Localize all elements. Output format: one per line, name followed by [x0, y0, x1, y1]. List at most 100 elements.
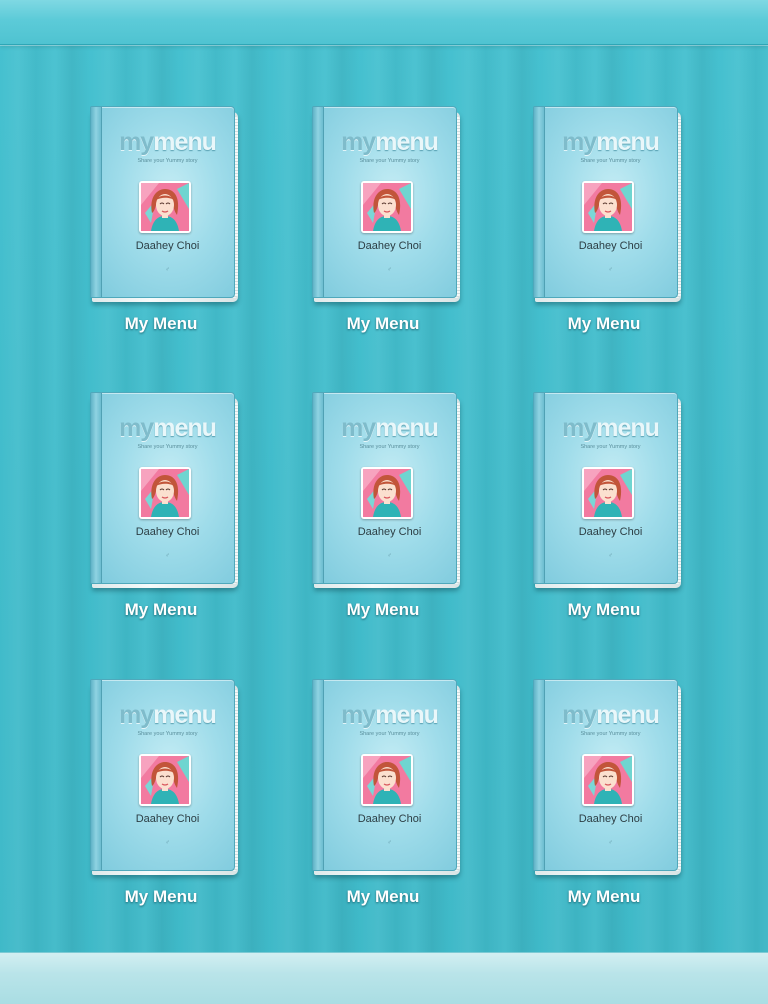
mymenu-logo: mymenu — [101, 129, 234, 155]
book-author: Daahey Choi — [578, 813, 643, 825]
cover-mark: ♂ — [387, 267, 392, 273]
book-item: mymenu Share your Yummy story Daahey Cho… — [66, 392, 256, 632]
book-author: Daahey Choi — [357, 240, 422, 252]
book-cover-button[interactable]: mymenu Share your Yummy story Daahey Cho… — [90, 679, 240, 875]
book-tagline: Share your Yummy story — [359, 444, 420, 450]
book-item: mymenu Share your Yummy story Daahey Cho… — [509, 392, 699, 632]
book-author: Daahey Choi — [357, 813, 422, 825]
book-title[interactable]: My Menu — [288, 887, 478, 907]
mymenu-logo: mymenu — [544, 129, 677, 155]
logo-my-text: my — [562, 128, 597, 156]
book-title[interactable]: My Menu — [66, 314, 256, 334]
book-tagline: Share your Yummy story — [580, 158, 641, 164]
book-title[interactable]: My Menu — [66, 600, 256, 620]
book-cover-button[interactable]: mymenu Share your Yummy story Daahey Cho… — [533, 392, 683, 588]
logo-menu-text: menu — [375, 701, 439, 729]
book-title[interactable]: My Menu — [288, 314, 478, 334]
mymenu-logo: mymenu — [101, 702, 234, 728]
book-item: mymenu Share your Yummy story Daahey Cho… — [509, 679, 699, 919]
book-item: mymenu Share your Yummy story Daahey Cho… — [288, 392, 478, 632]
book-tagline: Share your Yummy story — [137, 444, 198, 450]
book-cover-button[interactable]: mymenu Share your Yummy story Daahey Cho… — [533, 679, 683, 875]
logo-my-text: my — [562, 414, 597, 442]
book-cover-button[interactable]: mymenu Share your Yummy story Daahey Cho… — [533, 106, 683, 302]
user-avatar-icon — [361, 181, 413, 233]
cover-mark: ♂ — [608, 267, 613, 273]
logo-menu-text: menu — [375, 128, 439, 156]
book-cover: mymenu Share your Yummy story Daahey Cho… — [90, 106, 235, 298]
book-tagline: Share your Yummy story — [359, 158, 420, 164]
user-avatar-icon — [139, 467, 191, 519]
book-cover: mymenu Share your Yummy story Daahey Cho… — [533, 106, 678, 298]
logo-my-text: my — [562, 701, 597, 729]
book-tagline: Share your Yummy story — [137, 731, 198, 737]
logo-menu-text: menu — [153, 701, 217, 729]
app-screen: mymenu Share your Yummy story Daahey Cho… — [0, 0, 768, 1004]
logo-menu-text: menu — [596, 128, 660, 156]
book-tagline: Share your Yummy story — [580, 444, 641, 450]
mymenu-logo: mymenu — [544, 702, 677, 728]
book-cover: mymenu Share your Yummy story Daahey Cho… — [533, 679, 678, 871]
book-item: mymenu Share your Yummy story Daahey Cho… — [66, 679, 256, 919]
logo-menu-text: menu — [375, 414, 439, 442]
user-avatar-icon — [582, 467, 634, 519]
cover-mark: ♂ — [165, 840, 170, 846]
mymenu-logo: mymenu — [544, 415, 677, 441]
book-cover-button[interactable]: mymenu Share your Yummy story Daahey Cho… — [90, 106, 240, 302]
book-item: mymenu Share your Yummy story Daahey Cho… — [288, 679, 478, 919]
logo-menu-text: menu — [596, 701, 660, 729]
book-author: Daahey Choi — [578, 240, 643, 252]
book-cover: mymenu Share your Yummy story Daahey Cho… — [312, 679, 457, 871]
user-avatar-icon — [361, 467, 413, 519]
book-author: Daahey Choi — [578, 526, 643, 538]
user-avatar-icon — [582, 754, 634, 806]
book-cover: mymenu Share your Yummy story Daahey Cho… — [90, 679, 235, 871]
bottom-toolbar — [0, 952, 768, 1004]
book-item: mymenu Share your Yummy story Daahey Cho… — [509, 106, 699, 346]
cover-mark: ♂ — [387, 553, 392, 559]
logo-my-text: my — [119, 414, 154, 442]
mymenu-logo: mymenu — [323, 702, 456, 728]
user-avatar-icon — [361, 754, 413, 806]
logo-menu-text: menu — [596, 414, 660, 442]
logo-my-text: my — [341, 414, 376, 442]
logo-menu-text: menu — [153, 128, 217, 156]
cover-mark: ♂ — [387, 840, 392, 846]
logo-my-text: my — [341, 701, 376, 729]
book-cover-button[interactable]: mymenu Share your Yummy story Daahey Cho… — [312, 392, 462, 588]
user-avatar-icon — [582, 181, 634, 233]
bookshelf-grid: mymenu Share your Yummy story Daahey Cho… — [0, 0, 768, 952]
book-item: mymenu Share your Yummy story Daahey Cho… — [66, 106, 256, 346]
book-author: Daahey Choi — [135, 813, 200, 825]
book-author: Daahey Choi — [135, 526, 200, 538]
book-author: Daahey Choi — [357, 526, 422, 538]
mymenu-logo: mymenu — [101, 415, 234, 441]
book-cover-button[interactable]: mymenu Share your Yummy story Daahey Cho… — [312, 106, 462, 302]
book-item: mymenu Share your Yummy story Daahey Cho… — [288, 106, 478, 346]
book-title[interactable]: My Menu — [66, 887, 256, 907]
cover-mark: ♂ — [165, 553, 170, 559]
user-avatar-icon — [139, 181, 191, 233]
logo-my-text: my — [119, 128, 154, 156]
mymenu-logo: mymenu — [323, 129, 456, 155]
book-cover: mymenu Share your Yummy story Daahey Cho… — [533, 392, 678, 584]
book-tagline: Share your Yummy story — [359, 731, 420, 737]
book-title[interactable]: My Menu — [509, 314, 699, 334]
logo-my-text: my — [119, 701, 154, 729]
book-title[interactable]: My Menu — [509, 887, 699, 907]
cover-mark: ♂ — [608, 553, 613, 559]
book-cover: mymenu Share your Yummy story Daahey Cho… — [90, 392, 235, 584]
book-tagline: Share your Yummy story — [580, 731, 641, 737]
logo-my-text: my — [341, 128, 376, 156]
cover-mark: ♂ — [608, 840, 613, 846]
book-cover-button[interactable]: mymenu Share your Yummy story Daahey Cho… — [90, 392, 240, 588]
book-author: Daahey Choi — [135, 240, 200, 252]
book-tagline: Share your Yummy story — [137, 158, 198, 164]
book-title[interactable]: My Menu — [509, 600, 699, 620]
cover-mark: ♂ — [165, 267, 170, 273]
book-cover-button[interactable]: mymenu Share your Yummy story Daahey Cho… — [312, 679, 462, 875]
book-cover: mymenu Share your Yummy story Daahey Cho… — [312, 106, 457, 298]
logo-menu-text: menu — [153, 414, 217, 442]
book-cover: mymenu Share your Yummy story Daahey Cho… — [312, 392, 457, 584]
book-title[interactable]: My Menu — [288, 600, 478, 620]
